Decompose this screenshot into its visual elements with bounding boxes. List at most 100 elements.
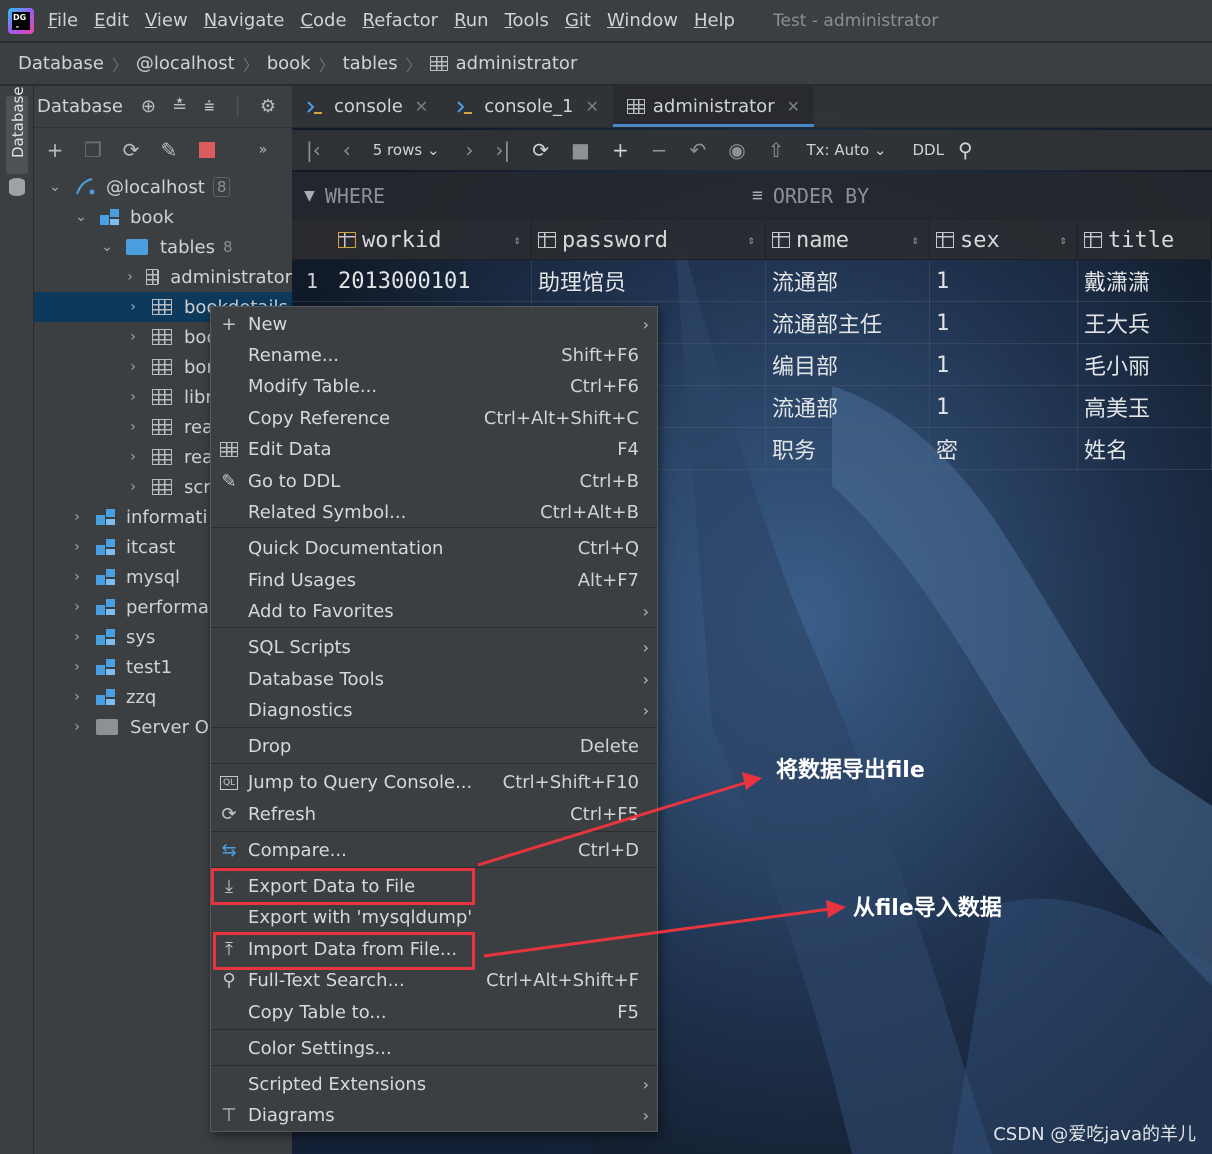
tab-console[interactable]: console ✕ [292,86,442,127]
chevron-down-icon[interactable]: ⌄ [48,179,62,195]
table-row[interactable]: 1 2013000101 助理馆员 流通部 1 戴潇潇 [292,260,1212,302]
chevron-right-icon[interactable]: › [126,449,140,465]
stop-icon[interactable] [196,139,218,161]
cell-sex[interactable]: 1 [930,302,1078,344]
search-icon[interactable]: ⚲ [958,138,973,162]
menu-window[interactable]: Window [607,10,678,31]
menu-refactor[interactable]: Refactor [363,10,439,31]
column-header-name[interactable]: name ⇕ [766,220,930,260]
menu-item-scripted-extensions[interactable]: Scripted Extensions › [211,1069,657,1100]
cell-sex[interactable]: 密 [930,428,1078,470]
cell-title[interactable]: 王大兵 [1078,302,1212,344]
cell-name[interactable]: 流通部 [766,260,930,302]
collapse-all-icon[interactable]: ⩧ [203,96,215,118]
previous-page-icon[interactable]: ‹ [343,138,351,162]
chevron-right-icon[interactable]: › [126,269,134,285]
cell-name[interactable]: 编目部 [766,344,930,386]
menu-navigate[interactable]: Navigate [204,10,285,31]
last-page-icon[interactable]: ›| [496,138,511,162]
cell-title[interactable]: 毛小丽 [1078,344,1212,386]
view-icon[interactable]: ◉ [728,138,745,162]
crosshair-icon[interactable]: ⊕ [141,96,156,118]
menu-item-sql-scripts[interactable]: SQL Scripts › [211,632,657,663]
tab-console-1[interactable]: console_1 ✕ [442,86,613,127]
chevron-down-icon[interactable]: ⌄ [100,239,114,255]
menu-git[interactable]: Git [565,10,591,31]
cell-title[interactable]: 姓名 [1078,428,1212,470]
chevron-right-icon[interactable]: › [126,479,140,495]
first-page-icon[interactable]: |‹ [306,138,321,162]
order-by-filter[interactable]: ≡ ORDER BY [744,172,1204,220]
rows-selector[interactable]: 5 rows ⌄ [373,141,440,159]
sort-icon[interactable]: ⇕ [748,233,755,247]
menu-tools[interactable]: Tools [505,10,549,31]
edit-data-source-icon[interactable]: ✎ [158,138,180,162]
column-header-password[interactable]: password ⇕ [532,220,766,260]
breadcrumb-localhost[interactable]: @localhost [136,53,235,74]
chevron-right-icon[interactable]: › [126,329,140,345]
cell-name[interactable]: 流通部 [766,386,930,428]
menu-item-export-with-mysqldump[interactable]: Export with 'mysqldump' [211,902,657,933]
chevron-right-icon[interactable]: › [70,659,84,675]
cell-name[interactable]: 流通部主任 [766,302,930,344]
chevron-right-icon[interactable]: › [126,299,140,315]
tree-item[interactable]: › administrator [34,262,292,292]
menu-file[interactable]: File [48,10,78,31]
tree-item[interactable]: ⌄ @localhost 8 [34,172,292,202]
menu-item-refresh[interactable]: ⟳ Refresh Ctrl+F5 [211,799,657,830]
next-page-icon[interactable]: › [466,138,474,162]
breadcrumb-database[interactable]: Database [18,53,104,74]
cell-sex[interactable]: 1 [930,386,1078,428]
gear-icon[interactable]: ⚙ [260,96,276,118]
tree-item[interactable]: ⌄ book [34,202,292,232]
menu-item-related-symbol[interactable]: Related Symbol... Ctrl+Alt+B [211,497,657,528]
close-icon[interactable]: ✕ [585,97,598,116]
chevron-right-icon[interactable]: › [70,689,84,705]
cell-title[interactable]: 高美玉 [1078,386,1212,428]
cell-sex[interactable]: 1 [930,344,1078,386]
menu-item-quick-documentation[interactable]: Quick Documentation Ctrl+Q [211,533,657,564]
menu-item-go-to-ddl[interactable]: ✎ Go to DDL Ctrl+B [211,466,657,497]
refresh-icon[interactable]: ⟳ [120,138,142,162]
copy-icon[interactable]: ❐ [82,138,104,162]
menu-item-jump-to-query-console[interactable]: QL Jump to Query Console... Ctrl+Shift+F10 [211,767,657,798]
menu-item-new[interactable]: + New › [211,309,657,340]
menu-view[interactable]: View [145,10,188,31]
menu-item-add-to-favorites[interactable]: Add to Favorites › [211,596,657,627]
menu-item-color-settings[interactable]: Color Settings... [211,1033,657,1064]
menu-item-edit-data[interactable]: Edit Data F4 [211,434,657,465]
menu-item-modify-table[interactable]: Modify Table... Ctrl+F6 [211,371,657,402]
menu-run[interactable]: Run [454,10,489,31]
menu-code[interactable]: Code [300,10,346,31]
menu-item-database-tools[interactable]: Database Tools › [211,664,657,695]
database-cylinder-icon[interactable] [9,178,25,196]
tree-item[interactable]: ⌄ tables 8 [34,232,292,262]
more-icon[interactable]: » [252,139,274,161]
sort-icon[interactable]: ⇕ [1060,233,1067,247]
menu-item-diagrams[interactable]: ⊤ Diagrams › [211,1100,657,1131]
breadcrumb-tables[interactable]: tables [343,53,398,74]
menu-item-rename[interactable]: Rename... Shift+F6 [211,340,657,371]
close-icon[interactable]: ✕ [787,97,800,116]
menu-item-copy-table-to[interactable]: Copy Table to... F5 [211,997,657,1028]
chevron-right-icon[interactable]: › [126,359,140,375]
close-icon[interactable]: ✕ [415,97,428,116]
menu-item-drop[interactable]: Drop Delete [211,731,657,762]
revert-icon[interactable]: ↶ [689,138,706,162]
chevron-down-icon[interactable]: ⌄ [74,209,88,225]
reload-icon[interactable]: ⟳ [532,138,549,162]
chevron-right-icon[interactable]: › [70,599,84,615]
cell-name[interactable]: 职务 [766,428,930,470]
sort-icon[interactable]: ⇕ [912,233,919,247]
ddl-button[interactable]: DDL [913,141,944,159]
sort-icon[interactable]: ⇕ [514,233,521,247]
chevron-right-icon[interactable]: › [70,539,84,555]
where-filter[interactable]: ▼ WHERE [292,172,744,220]
cancel-icon[interactable]: ■ [571,138,590,162]
chevron-right-icon[interactable]: › [70,509,84,525]
transaction-mode-selector[interactable]: Tx: Auto ⌄ [806,141,886,159]
menu-item-copy-reference[interactable]: Copy Reference Ctrl+Alt+Shift+C [211,403,657,434]
menu-edit[interactable]: Edit [94,10,129,31]
row-number[interactable]: 1 [292,260,332,302]
breadcrumb-administrator[interactable]: administrator [456,53,578,74]
